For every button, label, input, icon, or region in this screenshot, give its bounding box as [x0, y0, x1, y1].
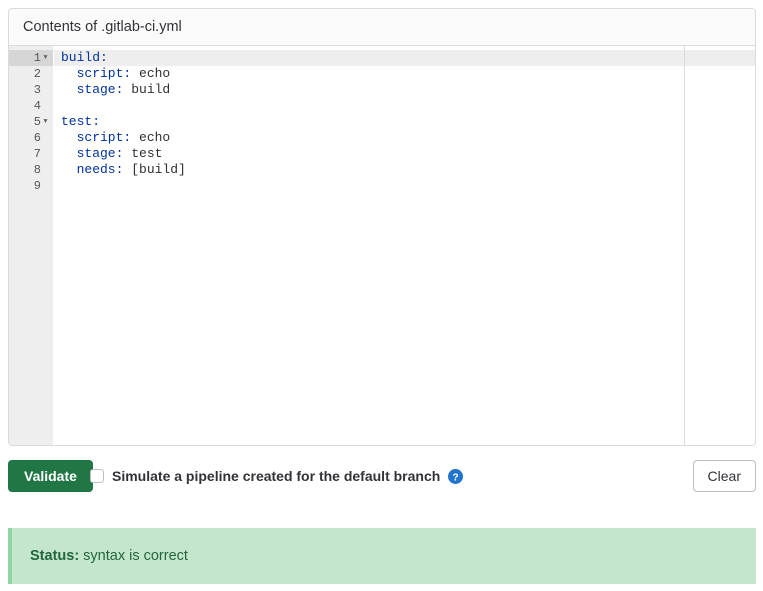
- line-number-value: 6: [34, 130, 41, 146]
- line-number-value: 9: [34, 178, 41, 194]
- clear-button[interactable]: Clear: [693, 460, 756, 492]
- code-lines: build: script: echo stage: build​test: s…: [54, 50, 755, 194]
- status-value: syntax is correct: [79, 548, 188, 564]
- yaml-key-token: needs:: [61, 162, 123, 177]
- yaml-value-token: echo: [131, 66, 170, 81]
- line-number: 1▼: [9, 50, 53, 66]
- simulate-pipeline-label[interactable]: Simulate a pipeline created for the defa…: [112, 468, 440, 484]
- yaml-value-token: echo: [131, 130, 170, 145]
- editor-vertical-divider: [684, 46, 685, 446]
- simulate-pipeline-checkbox[interactable]: [90, 469, 104, 483]
- line-number-gutter: 1▼2▼3▼4▼5▼6▼7▼8▼9▼: [9, 46, 53, 446]
- code-content[interactable]: build: script: echo stage: build​test: s…: [53, 46, 755, 446]
- line-number: 9▼: [9, 178, 53, 194]
- line-number-value: 8: [34, 162, 41, 178]
- yaml-value-token: build: [123, 82, 170, 97]
- line-number-value: 5: [34, 114, 41, 130]
- line-number: 3▼: [9, 82, 53, 98]
- line-number: 4▼: [9, 98, 53, 114]
- yaml-key-token: stage:: [61, 146, 123, 161]
- line-number: 7▼: [9, 146, 53, 162]
- fold-arrow-icon[interactable]: ▼: [41, 50, 50, 66]
- yaml-key-token: build:: [61, 50, 108, 65]
- status-message: Status: syntax is correct: [30, 548, 188, 564]
- line-number-value: 1: [34, 50, 41, 66]
- editor-controls: Validate Simulate a pipeline created for…: [8, 460, 756, 493]
- line-number-value: 7: [34, 146, 41, 162]
- yaml-key-token: script:: [61, 130, 131, 145]
- status-label: Status:: [30, 548, 79, 564]
- code-line[interactable]: ​: [54, 178, 755, 194]
- code-line[interactable]: ​: [54, 98, 755, 114]
- line-number-value: 4: [34, 98, 41, 114]
- code-editor[interactable]: 1▼2▼3▼4▼5▼6▼7▼8▼9▼ build: script: echo s…: [9, 46, 755, 446]
- code-line[interactable]: build:: [54, 50, 755, 66]
- validate-button[interactable]: Validate: [8, 460, 93, 492]
- line-number: 2▼: [9, 66, 53, 82]
- yaml-key-token: stage:: [61, 82, 123, 97]
- yaml-value-token: [build]: [123, 162, 185, 177]
- fold-arrow-icon[interactable]: ▼: [41, 114, 50, 130]
- editor-card: Contents of .gitlab-ci.yml 1▼2▼3▼4▼5▼6▼7…: [8, 8, 756, 446]
- line-number: 8▼: [9, 162, 53, 178]
- active-line-highlight-extension: [685, 50, 755, 66]
- simulate-pipeline-control: Simulate a pipeline created for the defa…: [90, 460, 463, 492]
- yaml-value-token: test: [123, 146, 162, 161]
- code-line[interactable]: script: echo: [54, 66, 755, 82]
- yaml-key-token: script:: [61, 66, 131, 81]
- code-line[interactable]: test:: [54, 114, 755, 130]
- code-line[interactable]: stage: build: [54, 82, 755, 98]
- line-number-value: 3: [34, 82, 41, 98]
- svg-text:?: ?: [453, 472, 459, 483]
- status-alert: Status: syntax is correct: [8, 528, 756, 584]
- editor-header-title: Contents of .gitlab-ci.yml: [23, 20, 182, 35]
- line-number: 5▼: [9, 114, 53, 130]
- yaml-key-token: test:: [61, 114, 100, 129]
- code-line[interactable]: script: echo: [54, 130, 755, 146]
- code-line[interactable]: stage: test: [54, 146, 755, 162]
- ci-lint-page: Contents of .gitlab-ci.yml 1▼2▼3▼4▼5▼6▼7…: [0, 0, 763, 591]
- line-number: 6▼: [9, 130, 53, 146]
- line-number-value: 2: [34, 66, 41, 82]
- editor-header: Contents of .gitlab-ci.yml: [9, 9, 755, 46]
- question-circle-icon[interactable]: ?: [448, 469, 463, 484]
- code-line[interactable]: needs: [build]: [54, 162, 755, 178]
